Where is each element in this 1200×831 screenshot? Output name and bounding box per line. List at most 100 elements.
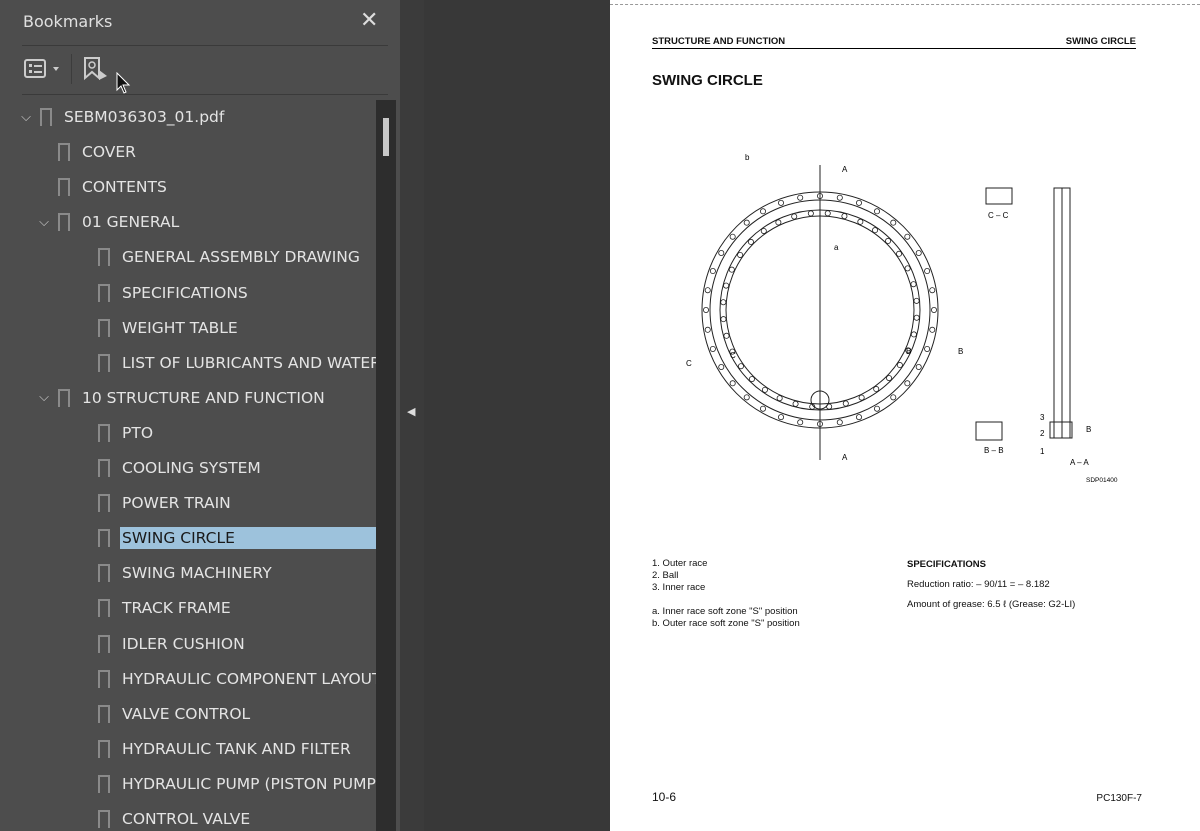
close-icon[interactable]: ✕ (360, 8, 378, 33)
figure-code: SDP01400 (1086, 477, 1118, 484)
bookmark-label: POWER TRAIN (122, 494, 231, 513)
bookmark-icon (98, 529, 110, 549)
bookmarks-panel: Bookmarks ✕ ⌵ SEBM036303_01.pdf COVER CONTE… (0, 0, 400, 831)
bolt-hole (872, 227, 879, 234)
bolt-hole (791, 213, 798, 220)
bolt-hole (904, 233, 911, 240)
chevron-down-icon[interactable]: ⌵ (18, 110, 34, 125)
chevron-down-icon[interactable]: ⌵ (36, 215, 52, 230)
bolt-hole (890, 219, 897, 226)
bookmark-item[interactable]: COVER (36, 139, 136, 165)
bookmark-item[interactable]: IDLER CUSHION (54, 631, 245, 657)
bolt-hole (729, 380, 736, 387)
bookmark-item[interactable]: LIST OF LUBRICANTS AND WATER (54, 350, 376, 376)
bookmark-item[interactable]: CONTROL VALVE (54, 806, 250, 831)
bolt-hole (930, 306, 937, 313)
bookmark-item[interactable]: SPECIFICATIONS (54, 280, 248, 306)
bolt-hole (792, 400, 799, 407)
bookmark-label: SWING CIRCLE (120, 527, 376, 550)
bookmark-item[interactable]: ⌵ 10 STRUCTURE AND FUNCTION (36, 385, 325, 411)
bookmark-item[interactable]: SWING MACHINERY (54, 560, 272, 586)
bookmark-item[interactable]: SWING CIRCLE (54, 525, 376, 551)
label-C-right: C (730, 351, 736, 360)
bolt-hole (855, 414, 862, 421)
bookmark-item[interactable]: VALVE CONTROL (54, 701, 250, 727)
bookmark-item[interactable]: POWER TRAIN (54, 490, 231, 516)
bolt-hole (913, 297, 920, 304)
chevron-down-icon[interactable]: ⌵ (36, 390, 52, 405)
bookmark-icon (98, 248, 110, 268)
bolt-hole (836, 419, 843, 426)
bolt-hole (797, 419, 804, 426)
bookmark-item[interactable]: HYDRAULIC TANK AND FILTER (54, 736, 351, 762)
bookmark-icon (40, 108, 52, 127)
bolt-hole (910, 331, 917, 338)
scrollbar-thumb[interactable] (383, 118, 389, 156)
bookmark-item[interactable]: ⌵ 01 GENERAL (36, 209, 179, 235)
bolt-hole (729, 233, 736, 240)
specifications: SPECIFICATIONS Reduction ratio: – 90/11 … (907, 558, 1075, 612)
panel-title: Bookmarks (23, 12, 113, 31)
bookmark-item[interactable]: PTO (54, 420, 153, 446)
label-section-aa: A – A (1070, 458, 1089, 467)
header-rule (652, 48, 1136, 49)
bookmark-label: IDLER CUSHION (122, 634, 245, 653)
label-B-section: B (1086, 425, 1091, 434)
bookmark-item[interactable]: HYDRAULIC PUMP (PISTON PUMP) (54, 771, 376, 797)
bolt-hole (743, 219, 750, 226)
divider (22, 94, 388, 95)
bookmark-icon (98, 739, 110, 759)
bookmark-label: CONTROL VALVE (122, 810, 251, 828)
bookmark-item[interactable]: ⌵ SEBM036303_01.pdf (18, 104, 224, 130)
list-options-icon[interactable] (24, 58, 64, 80)
bookmark-label: HYDRAULIC TANK AND FILTER (122, 739, 351, 758)
bolt-hole (778, 199, 785, 206)
bolt-hole (720, 316, 727, 323)
scrollbar[interactable] (376, 100, 396, 831)
label-A-top: A (842, 165, 848, 174)
bookmark-label: COOLING SYSTEM (122, 459, 261, 477)
bookmark-label: 01 GENERAL (82, 213, 180, 232)
bookmark-label: PTO (122, 423, 154, 442)
bookmark-item[interactable]: TRACK FRAME (54, 595, 231, 621)
divider (22, 45, 388, 46)
parts-legend: 1. Outer race 2. Ball 3. Inner race a. I… (652, 558, 800, 630)
bolt-hole (913, 314, 920, 321)
bolt-hole (723, 282, 730, 289)
bookmark-search-icon[interactable] (83, 56, 109, 82)
bookmark-label: CONTENTS (82, 178, 167, 197)
swing-circle-drawing: b A a A C C B B C – C B – B A – A 3 2 1 … (686, 153, 1118, 484)
bolt-hole (904, 265, 911, 272)
bookmark-label: GENERAL ASSEMBLY DRAWING (122, 248, 360, 267)
bookmark-item[interactable]: HYDRAULIC COMPONENT LAYOUT (54, 666, 376, 692)
bookmark-item[interactable]: WEIGHT TABLE (54, 315, 238, 341)
bolt-hole (778, 414, 785, 421)
bolt-hole (873, 386, 880, 393)
bookmark-icon (58, 178, 70, 198)
bookmark-item[interactable]: COOLING SYSTEM (54, 455, 261, 481)
bookmark-icon (98, 599, 110, 619)
pdf-page: STRUCTURE AND FUNCTION SWING CIRCLE SWIN… (610, 0, 1200, 831)
note-item: b. Outer race soft zone "S" position (652, 618, 800, 629)
bookmark-icon (98, 704, 110, 724)
bolt-hole (761, 386, 768, 393)
bookmark-icon (58, 143, 70, 163)
bolt-hole (910, 281, 917, 288)
label-C-left: C (686, 359, 692, 368)
bookmark-label: WEIGHT TABLE (122, 318, 238, 337)
bolt-hole (904, 380, 911, 387)
note-item: a. Inner race soft zone "S" position (652, 606, 798, 617)
header-left: STRUCTURE AND FUNCTION (652, 36, 786, 47)
bookmark-icon (98, 423, 110, 443)
label-3: 3 (1040, 413, 1045, 422)
bolt-hole (703, 306, 710, 313)
bookmark-icon (58, 213, 70, 233)
bolt-hole (896, 362, 903, 369)
bookmark-item[interactable]: CONTENTS (36, 174, 167, 200)
bookmark-item[interactable]: GENERAL ASSEMBLY DRAWING (54, 244, 360, 270)
part-item: 2. Ball (652, 570, 679, 581)
collapse-panel-button[interactable]: ◀ (400, 0, 424, 831)
bookmark-label: HYDRAULIC PUMP (PISTON PUMP) (122, 774, 376, 793)
bookmark-icon (98, 669, 110, 689)
bookmark-icon (98, 634, 110, 654)
